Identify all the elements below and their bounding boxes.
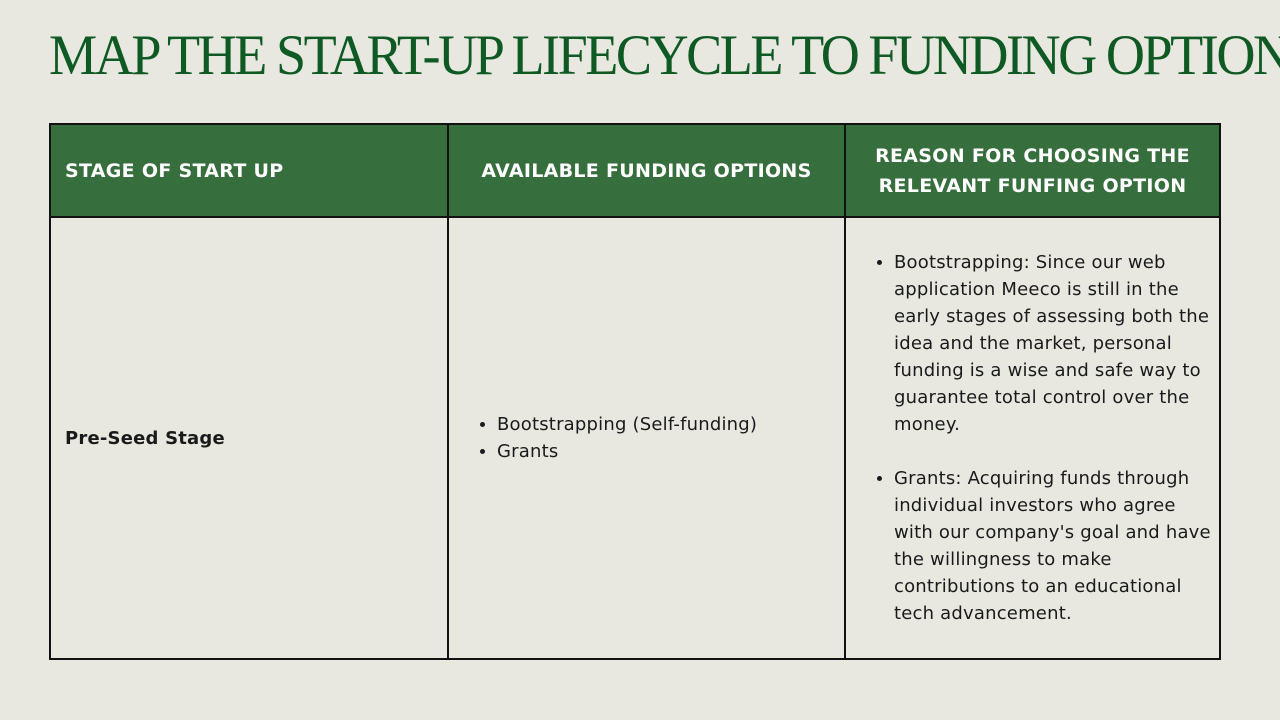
- header-stage: STAGE OF START UP: [49, 123, 449, 218]
- list-item: Grants: [497, 438, 843, 465]
- stage-cell: Pre-Seed Stage: [49, 216, 449, 660]
- options-list: Bootstrapping (Self-funding) Grants: [461, 411, 843, 465]
- reasons-list: Bootstrapping: Since our web application…: [856, 249, 1211, 627]
- list-item: Bootstrapping: Since our web application…: [894, 249, 1211, 438]
- table-row: Pre-Seed Stage Bootstrapping (Self-fundi…: [49, 216, 1221, 660]
- list-item: Grants: Acquiring funds through individu…: [894, 465, 1211, 627]
- funding-options-table: STAGE OF START UP AVAILABLE FUNDING OPTI…: [49, 123, 1221, 660]
- header-reason: REASON FOR CHOOSING THE RELEVANT FUNFING…: [844, 123, 1221, 218]
- table-header-row: STAGE OF START UP AVAILABLE FUNDING OPTI…: [49, 123, 1221, 218]
- list-item: Bootstrapping (Self-funding): [497, 411, 843, 438]
- options-cell: Bootstrapping (Self-funding) Grants: [447, 216, 846, 660]
- header-funding-options: AVAILABLE FUNDING OPTIONS: [447, 123, 846, 218]
- reason-cell: Bootstrapping: Since our web application…: [844, 216, 1221, 660]
- page-title: MAP THE START-UP LIFECYCLE TO FUNDING OP…: [49, 24, 1280, 87]
